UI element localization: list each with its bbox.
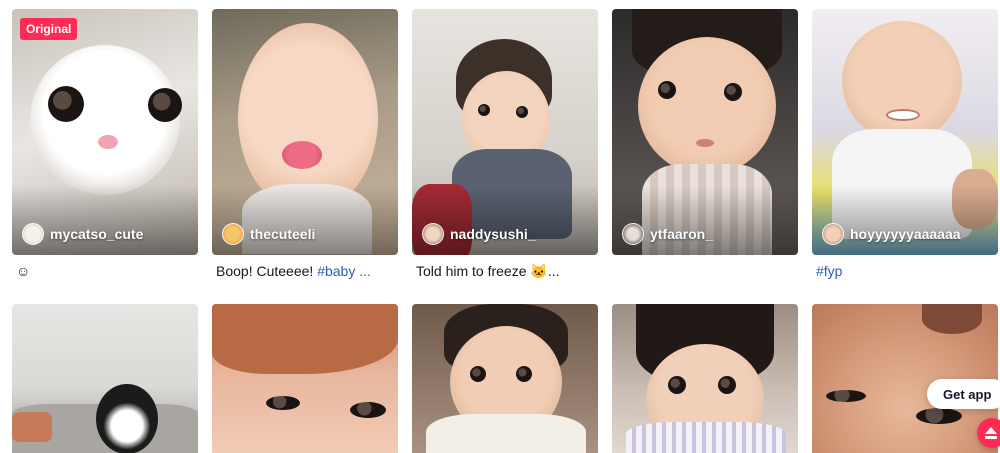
video-caption: ☺ [16,261,30,281]
video-thumbnail[interactable] [12,304,198,453]
caption-text: Told him to freeze 🐱... [416,263,560,279]
author-link[interactable]: mycatso_cute [22,223,143,245]
video-thumbnail[interactable]: hoyyyyyyaaaaaa [812,9,998,255]
author-name: naddysushi_ [450,226,536,242]
avatar [22,223,44,245]
arrow-up-icon [985,427,997,434]
author-name: mycatso_cute [50,226,144,242]
author-name: thecuteeli [250,226,316,242]
author-name: hoyyyyyyaaaaaa [850,226,961,242]
hashtag-link[interactable]: #baby ... [317,263,371,279]
video-card[interactable]: hoyyyyyyaaaaaa #fyp [812,9,998,279]
original-badge: Original [20,18,78,40]
video-card[interactable]: Original mycatso_cute ☺ [12,9,198,279]
video-thumbnail[interactable] [612,304,798,453]
video-card[interactable] [412,304,598,453]
scroll-to-top-button[interactable] [977,418,1000,448]
hashtag-link[interactable]: #fyp [816,263,842,279]
video-thumbnail[interactable] [212,304,398,453]
video-card[interactable] [12,304,198,453]
video-card[interactable] [612,304,798,453]
avatar [622,223,644,245]
video-card[interactable]: ytfaaron_ [612,9,798,255]
author-link[interactable]: naddysushi_ [422,223,536,245]
arrow-up-icon-bar [985,436,997,439]
video-grid: Original mycatso_cute ☺ thecuteeli Boop!… [0,0,1000,453]
author-link[interactable]: hoyyyyyyaaaaaa [822,223,961,245]
video-card[interactable]: thecuteeli Boop! Cuteeee! #baby ... [212,9,398,279]
video-caption: #fyp [816,261,842,281]
avatar [222,223,244,245]
author-link[interactable]: thecuteeli [222,223,315,245]
video-card[interactable] [212,304,398,453]
video-thumbnail[interactable] [412,304,598,453]
caption-text: ☺ [16,263,31,279]
caption-text: Boop! Cuteeee! [216,263,318,279]
video-caption: Boop! Cuteeee! #baby ... [216,261,371,281]
video-thumbnail[interactable]: naddysushi_ [412,9,598,255]
video-card[interactable]: naddysushi_ Told him to freeze 🐱... [412,9,598,279]
author-name: ytfaaron_ [650,226,714,242]
video-caption: Told him to freeze 🐱... [416,261,560,281]
video-thumbnail[interactable]: ytfaaron_ [612,9,798,255]
video-thumbnail[interactable]: Original mycatso_cute [12,9,198,255]
get-app-button[interactable]: Get app [927,379,1000,409]
avatar [422,223,444,245]
video-thumbnail[interactable]: thecuteeli [212,9,398,255]
avatar [822,223,844,245]
author-link[interactable]: ytfaaron_ [622,223,713,245]
